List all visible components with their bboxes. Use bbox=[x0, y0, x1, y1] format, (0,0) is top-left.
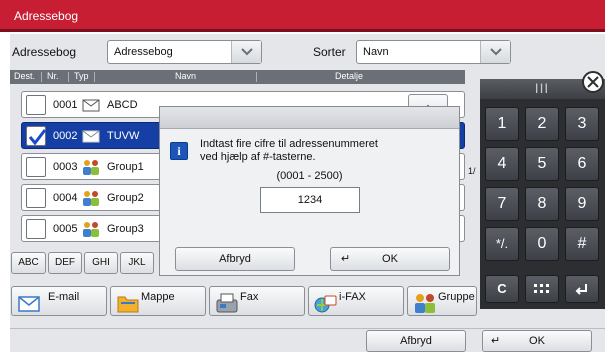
chevron-down-icon bbox=[231, 41, 261, 63]
dialog-ok-label: OK bbox=[382, 253, 398, 265]
key-1[interactable]: 1 bbox=[485, 107, 519, 141]
col-separator bbox=[68, 72, 69, 82]
alpha-tab-def[interactable]: DEF bbox=[48, 252, 82, 274]
row-checkbox[interactable] bbox=[26, 157, 46, 177]
dialog-header bbox=[160, 107, 459, 129]
key-5[interactable]: 5 bbox=[525, 147, 559, 181]
key-enter[interactable] bbox=[565, 275, 599, 303]
title-bar: Adressebog bbox=[0, 0, 605, 32]
col-separator bbox=[256, 72, 257, 82]
key-6[interactable]: 6 bbox=[565, 147, 599, 181]
row-number: 0004 bbox=[53, 192, 78, 204]
row-name: Group1 bbox=[107, 161, 144, 173]
sort-select-value: Navn bbox=[363, 46, 389, 58]
ifax-icon bbox=[313, 290, 339, 316]
email-button-label: E-mail bbox=[48, 291, 80, 303]
row-checkbox[interactable] bbox=[26, 219, 46, 239]
dialog-message-line: Indtast fire cifre til adressenummeret bbox=[200, 138, 378, 150]
col-separator bbox=[94, 72, 95, 82]
address-number-field[interactable]: 1234 bbox=[260, 187, 360, 213]
fax-icon bbox=[214, 290, 240, 316]
folder-icon bbox=[115, 290, 141, 316]
row-name: TUVW bbox=[107, 130, 140, 142]
column-header: Dest. Nr. Typ Navn Detalje bbox=[10, 70, 465, 84]
row-name: Group3 bbox=[107, 223, 144, 235]
key-4[interactable]: 4 bbox=[485, 147, 519, 181]
row-number: 0005 bbox=[53, 223, 78, 235]
envelope-icon bbox=[81, 95, 101, 115]
key-9[interactable]: 9 bbox=[565, 187, 599, 221]
close-icon bbox=[587, 76, 599, 88]
col-dest: Dest. bbox=[14, 71, 36, 81]
addressbook-label: Adressebog bbox=[12, 45, 77, 59]
col-nr: Nr. bbox=[47, 71, 59, 81]
cancel-button[interactable]: Afbryd bbox=[366, 330, 466, 352]
key-star-dot[interactable]: */. bbox=[485, 227, 519, 261]
info-icon: i bbox=[170, 142, 188, 160]
email-button[interactable]: E-mail bbox=[11, 286, 107, 316]
key-2[interactable]: 2 bbox=[525, 107, 559, 141]
alpha-tab-ghi[interactable]: GHI bbox=[84, 252, 118, 274]
alpha-tab-abc[interactable]: ABC bbox=[11, 252, 46, 274]
row-number: 0001 bbox=[53, 99, 78, 111]
row-number: 0003 bbox=[53, 161, 78, 173]
key-3[interactable]: 3 bbox=[565, 107, 599, 141]
dialog-ok-button[interactable]: ↵ OK bbox=[330, 247, 450, 271]
addressbook-select[interactable]: Adressebog bbox=[107, 40, 262, 64]
col-type: Typ bbox=[74, 71, 89, 81]
fax-button-label: Fax bbox=[240, 291, 259, 303]
keypad-close-button[interactable] bbox=[582, 71, 604, 93]
row-number: 0002 bbox=[53, 130, 78, 142]
row-checkbox[interactable] bbox=[26, 188, 46, 208]
row-name: ABCD bbox=[107, 99, 138, 111]
col-detail: Detalje bbox=[335, 71, 364, 81]
col-name: Navn bbox=[175, 71, 197, 81]
dialog-message-line: ved hjælp af #-tasterne. bbox=[200, 151, 316, 163]
enter-icon bbox=[575, 284, 587, 295]
group-icon bbox=[81, 157, 101, 177]
col-separator bbox=[41, 72, 42, 82]
key-7[interactable]: 7 bbox=[485, 187, 519, 221]
group-icon bbox=[81, 188, 101, 208]
row-checkbox[interactable] bbox=[26, 95, 46, 115]
chevron-down-icon bbox=[480, 41, 510, 63]
key-0[interactable]: 0 bbox=[525, 227, 559, 261]
dialog-message: Indtast fire cifre til adressenummeret v… bbox=[200, 138, 378, 164]
key-keyboard[interactable] bbox=[525, 275, 559, 303]
group-button[interactable]: Gruppe bbox=[407, 286, 477, 316]
group-button-label: Gruppe bbox=[438, 291, 475, 303]
enter-icon: ↵ bbox=[341, 253, 351, 265]
row-checkbox-checked[interactable] bbox=[26, 126, 47, 146]
keyboard-icon bbox=[534, 284, 549, 293]
window-title: Adressebog bbox=[14, 9, 79, 23]
numeric-keypad: ||| 1 2 3 4 5 6 7 8 9 */. 0 # C bbox=[480, 79, 605, 309]
email-icon bbox=[16, 290, 42, 316]
checkmark-icon bbox=[28, 129, 47, 146]
group-icon bbox=[81, 219, 101, 239]
dialog-cancel-button[interactable]: Afbryd bbox=[175, 247, 295, 271]
group-icon bbox=[412, 290, 438, 316]
alpha-tab-jkl[interactable]: JKL bbox=[120, 252, 154, 274]
folder-button-label: Mappe bbox=[141, 291, 175, 303]
ifax-button-label: i-FAX bbox=[339, 291, 366, 303]
enter-icon: ↵ bbox=[491, 335, 501, 347]
key-8[interactable]: 8 bbox=[525, 187, 559, 221]
envelope-icon bbox=[81, 126, 101, 146]
key-clear[interactable]: C bbox=[485, 275, 519, 303]
sort-label: Sorter bbox=[313, 45, 346, 59]
ok-button-label: OK bbox=[529, 335, 545, 347]
number-entry-dialog: i Indtast fire cifre til adressenummeret… bbox=[159, 106, 460, 276]
addressbook-select-value: Adressebog bbox=[114, 46, 173, 58]
row-name: Group2 bbox=[107, 192, 144, 204]
page-indicator: 1/ bbox=[468, 166, 476, 176]
ok-button[interactable]: ↵ OK bbox=[482, 330, 592, 352]
ifax-button[interactable]: i-FAX bbox=[308, 286, 404, 316]
folder-button[interactable]: Mappe bbox=[110, 286, 206, 316]
number-range: (0001 - 2500) bbox=[276, 170, 343, 182]
fax-button[interactable]: Fax bbox=[209, 286, 305, 316]
sort-select[interactable]: Navn bbox=[356, 40, 511, 64]
key-hash[interactable]: # bbox=[565, 227, 599, 261]
